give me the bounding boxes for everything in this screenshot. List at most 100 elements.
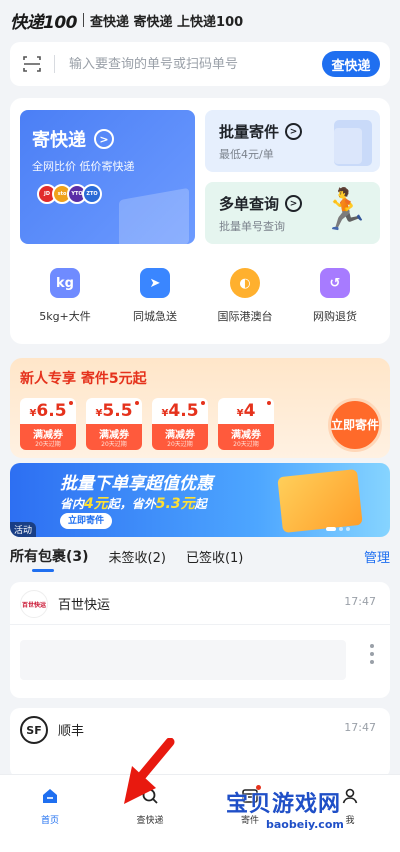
package-time: 17:47: [344, 595, 376, 608]
tab-signed[interactable]: 已签收(1): [186, 547, 243, 566]
package-tabs: 所有包裹(3) 未签收(2) 已签收(1) 管理: [0, 540, 400, 572]
coupon[interactable]: ¥4 满减券 20天过期: [218, 398, 274, 450]
coupon-value: 5.5: [102, 401, 133, 421]
search-divider: [54, 55, 55, 73]
carrier-logos: JD sto YTO ZTO: [37, 184, 102, 204]
watermark-url: baobeiy.com: [266, 818, 344, 831]
coupon-amount: ¥4.5: [152, 401, 208, 421]
shortcut-return[interactable]: ↺ 网购退货: [290, 268, 380, 324]
batch-send-label: 批量寄件: [219, 123, 280, 141]
tab-unsigned[interactable]: 未签收(2): [109, 547, 166, 566]
batch-send-subtitle: 最低4元/单: [219, 148, 274, 161]
chevron-right-icon: >: [285, 123, 303, 140]
send-express-label: 寄快递: [32, 130, 86, 151]
nav-label: 首页: [40, 816, 59, 826]
package-detail-placeholder: [20, 640, 346, 680]
currency-symbol: ¥: [236, 408, 244, 419]
batch-discount-banner[interactable]: 批量下单享超值优惠 省内4元起，省外5.3元起 立即寄件 活动: [10, 463, 390, 537]
runner-illustration: 🏃: [320, 187, 370, 233]
more-options-icon[interactable]: [370, 644, 374, 664]
coupon-expire: 20天过期: [233, 441, 259, 448]
sf-logo-icon: SF: [20, 716, 48, 744]
package-carrier: 百世快运: [58, 598, 111, 613]
coupon-expire: 20天过期: [101, 441, 127, 448]
banner-title: 批量下单享超值优惠: [60, 474, 213, 494]
home-icon: [41, 787, 59, 805]
send-express-subtitle: 全网比价 低价寄快递: [32, 160, 135, 173]
shortcut-label: 同城急送: [133, 310, 177, 323]
chevron-right-icon: >: [94, 129, 114, 149]
app-slogan: 查快递 寄快递 上快递100: [90, 14, 244, 30]
coupon[interactable]: ¥4.5 满减券 20天过期: [152, 398, 208, 450]
runner-icon: ➤: [140, 268, 170, 298]
coupon-amount: ¥4: [218, 401, 274, 421]
app-logo: 快递100: [10, 12, 78, 33]
batch-send-title: 批量寄件 >: [219, 121, 303, 142]
coupon-amount: ¥5.5: [86, 401, 142, 421]
package-time: 17:47: [344, 721, 376, 734]
new-user-promo[interactable]: 新人专享 寄件5元起 ¥6.5 满减券 20天过期 ¥5.5 满减券 20天过期…: [10, 358, 390, 458]
shortcut-large-parcel[interactable]: kg 5kg+大件: [20, 268, 110, 324]
scan-icon[interactable]: [10, 42, 54, 86]
globe-icon: ◐: [230, 268, 260, 298]
banner-text: 起: [194, 497, 207, 511]
pointer-arrow-icon: [124, 738, 175, 804]
send-express-card[interactable]: 寄快递 > 全网比价 低价寄快递 JD sto YTO ZTO: [20, 110, 195, 244]
search-input[interactable]: [69, 56, 322, 72]
multi-query-label: 多单查询: [219, 195, 280, 213]
package-carrier: 顺丰: [58, 724, 85, 739]
chevron-right-icon: >: [285, 195, 303, 212]
banner-send-button[interactable]: 立即寄件: [60, 513, 113, 529]
shortcut-label: 网购退货: [313, 310, 357, 323]
send-express-title: 寄快递 >: [32, 126, 114, 152]
package-card[interactable]: SF 顺丰 17:47: [10, 708, 390, 778]
multi-query-title: 多单查询 >: [219, 193, 303, 214]
best-express-logo-icon: 百世快运: [20, 590, 48, 618]
batch-send-card[interactable]: 批量寄件 > 最低4元/单: [205, 110, 380, 172]
shortcut-international[interactable]: ◐ 国际港澳台: [200, 268, 290, 324]
shortcut-label: 5kg+大件: [39, 310, 91, 323]
manage-button[interactable]: 管理: [364, 547, 390, 566]
search-bar: 查快递: [10, 42, 390, 86]
gift-box-illustration: [277, 468, 363, 534]
multi-query-card[interactable]: 🏃 多单查询 > 批量单号查询: [205, 182, 380, 244]
tab-all-label: 所有包裹: [10, 549, 66, 565]
search-button[interactable]: 查快递: [322, 51, 380, 77]
send-now-button[interactable]: 立即寄件: [328, 398, 382, 452]
banner-price: 4元: [84, 496, 108, 512]
coupon[interactable]: ¥6.5 满减券 20天过期: [20, 398, 76, 450]
carrier-logo: ZTO: [82, 184, 102, 204]
coupon-amount: ¥6.5: [20, 401, 76, 421]
package-divider: [10, 624, 390, 625]
banner-price: 5.3元: [155, 496, 195, 512]
return-icon: ↺: [320, 268, 350, 298]
coupon-value: 6.5: [36, 401, 67, 421]
coupon-value: 4: [243, 401, 256, 421]
shortcut-label: 国际港澳台: [217, 310, 273, 323]
coupon[interactable]: ¥5.5 满减券 20天过期: [86, 398, 142, 450]
multi-query-subtitle: 批量单号查询: [219, 220, 285, 233]
banner-text: 省内: [60, 497, 85, 511]
tab-all-count: (3): [66, 549, 89, 565]
activity-tag: 活动: [10, 522, 37, 537]
coupon-value: 4.5: [168, 401, 199, 421]
services-panel: 寄快递 > 全网比价 低价寄快递 JD sto YTO ZTO 批量寄件 > 最…: [10, 98, 390, 344]
carousel-indicator: [326, 527, 350, 531]
watermark: 宝贝游戏网 baobeiy.com: [226, 782, 376, 834]
nav-label: 查快递: [136, 816, 164, 826]
promo-title: 新人专享 寄件5元起: [20, 371, 147, 387]
nav-home[interactable]: 首页: [0, 775, 100, 852]
scale-icon: kg: [50, 268, 80, 298]
banner-text: 起，省外: [107, 497, 156, 511]
coupon-expire: 20天过期: [167, 441, 193, 448]
logo-divider: [83, 13, 84, 27]
parcel-box-illustration: [119, 187, 189, 244]
banner-subtitle: 省内4元起，省外5.3元起: [60, 493, 207, 513]
tab-all[interactable]: 所有包裹(3): [10, 546, 89, 572]
watermark-text: 宝贝游戏网: [226, 792, 342, 817]
shortcut-same-city[interactable]: ➤ 同城急送: [110, 268, 200, 324]
shortcut-row: kg 5kg+大件 ➤ 同城急送 ◐ 国际港澳台 ↺ 网购退货: [20, 268, 380, 324]
package-card[interactable]: 百世快运 百世快运 17:47: [10, 582, 390, 698]
document-illustration: [334, 128, 362, 164]
top-bar: 快递100 查快递 寄快递 上快递100: [0, 0, 400, 40]
